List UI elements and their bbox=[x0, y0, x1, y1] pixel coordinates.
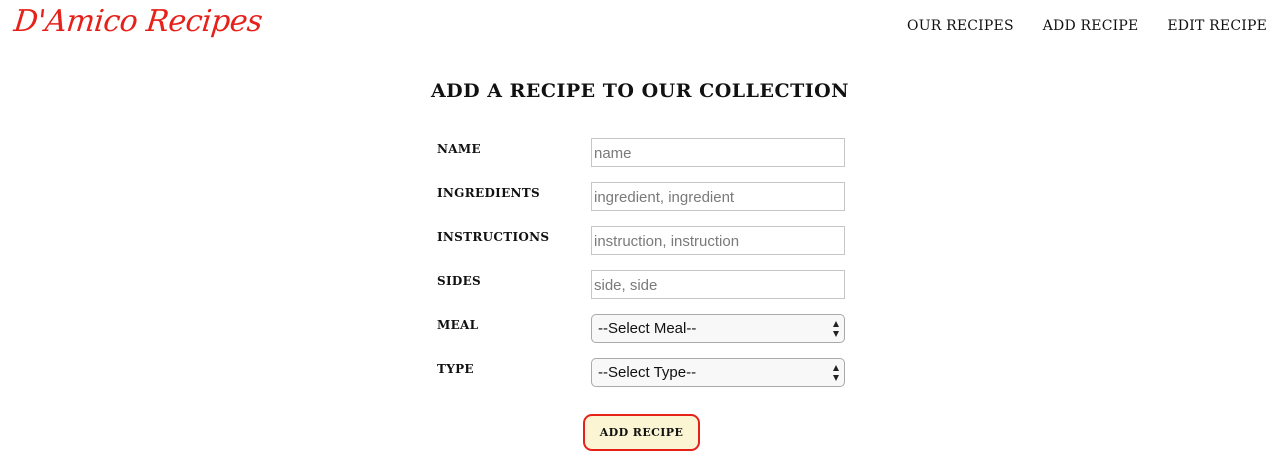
select-arrows-icon bbox=[832, 365, 840, 381]
name-label: NAME bbox=[437, 142, 481, 156]
instructions-row: INSTRUCTIONS bbox=[437, 226, 847, 270]
meal-select[interactable]: --Select Meal-- bbox=[591, 314, 845, 343]
nav-our-recipes[interactable]: OUR RECIPES bbox=[907, 18, 1014, 34]
meal-select-value: --Select Meal-- bbox=[598, 320, 697, 337]
top-nav: OUR RECIPES ADD RECIPE EDIT RECIPE bbox=[907, 18, 1267, 34]
meal-label: MEAL bbox=[437, 318, 479, 332]
select-arrows-icon bbox=[832, 321, 840, 337]
type-select-value: --Select Type-- bbox=[598, 364, 697, 381]
instructions-input[interactable] bbox=[591, 226, 845, 255]
name-row: NAME bbox=[437, 138, 847, 182]
brand-logo[interactable]: D'Amico Recipes bbox=[12, 4, 264, 39]
instructions-label: INSTRUCTIONS bbox=[437, 230, 550, 244]
meal-row: MEAL --Select Meal-- bbox=[437, 314, 847, 358]
name-input[interactable] bbox=[591, 138, 845, 167]
sides-row: SIDES bbox=[437, 270, 847, 314]
type-row: TYPE --Select Type-- bbox=[437, 358, 847, 402]
page-title: ADD A RECIPE TO OUR COLLECTION bbox=[430, 80, 850, 102]
type-label: TYPE bbox=[437, 362, 474, 376]
nav-edit-recipe[interactable]: EDIT RECIPE bbox=[1167, 18, 1267, 34]
add-recipe-form: NAME INGREDIENTS INSTRUCTIONS SIDES MEAL… bbox=[437, 138, 847, 402]
sides-input[interactable] bbox=[591, 270, 845, 299]
sides-label: SIDES bbox=[437, 274, 481, 288]
ingredients-input[interactable] bbox=[591, 182, 845, 211]
ingredients-label: INGREDIENTS bbox=[437, 186, 540, 200]
add-recipe-button[interactable]: ADD RECIPE bbox=[583, 414, 700, 451]
nav-add-recipe[interactable]: ADD RECIPE bbox=[1043, 18, 1139, 34]
ingredients-row: INGREDIENTS bbox=[437, 182, 847, 226]
type-select[interactable]: --Select Type-- bbox=[591, 358, 845, 387]
